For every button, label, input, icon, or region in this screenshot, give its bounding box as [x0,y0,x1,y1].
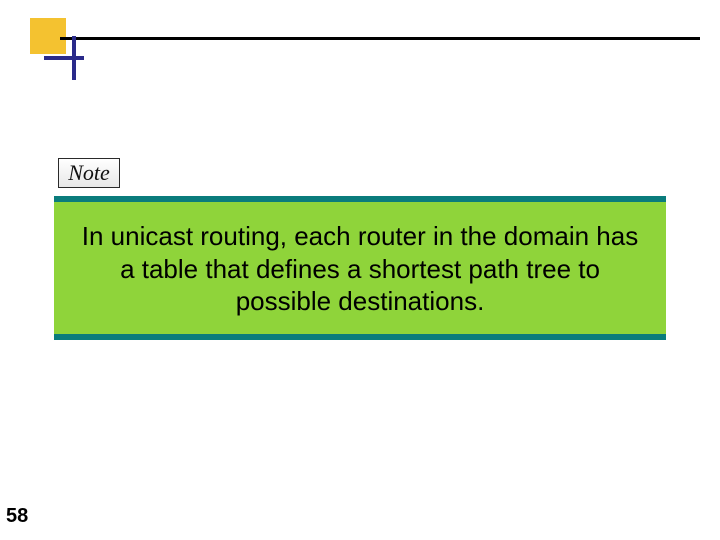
note-content-block: In unicast routing, each router in the d… [54,196,666,340]
note-label: Note [68,160,110,186]
header-divider [60,37,700,40]
content-bottom-rule [54,334,666,340]
logo-v-bar [72,36,76,80]
page-number: 58 [6,505,28,528]
content-body: In unicast routing, each router in the d… [54,202,666,334]
note-badge: Note [58,158,120,188]
content-text: In unicast routing, each router in the d… [74,220,646,318]
logo-h-bar [44,56,84,60]
logo-square [30,18,66,54]
